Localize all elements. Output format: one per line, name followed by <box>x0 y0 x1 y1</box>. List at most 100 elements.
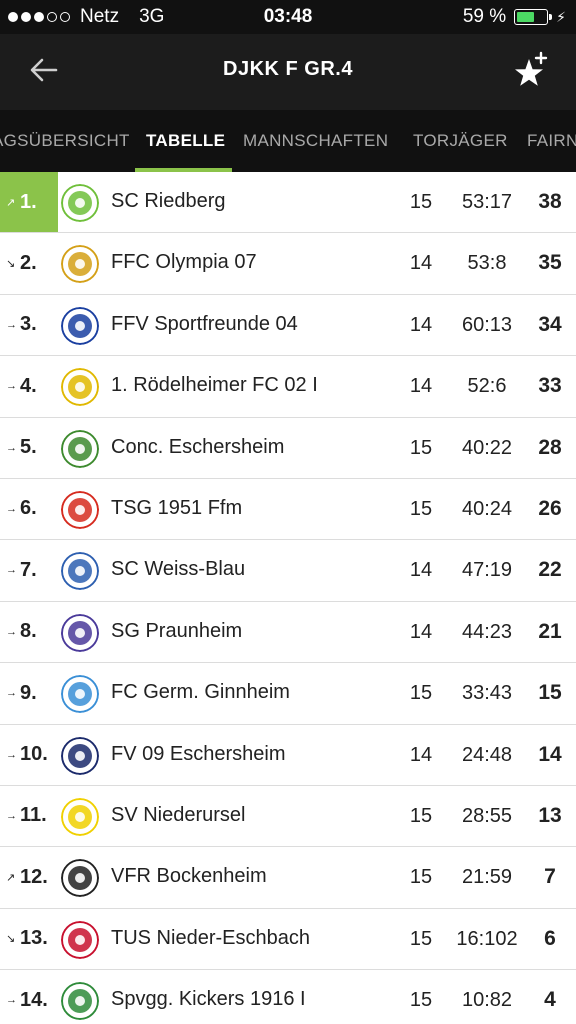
tab-fairness[interactable]: FAIRN <box>527 131 576 151</box>
tab-mannschaften[interactable]: MANNSCHAFTEN <box>243 131 388 151</box>
table-row[interactable]: ↗ 12. VFR Bockenheim 15 21:59 7 <box>0 847 576 909</box>
goal-ratio: 16:102 <box>456 927 518 950</box>
rank-cell: → 14. <box>0 970 58 1024</box>
goal-ratio: 21:59 <box>461 866 513 889</box>
points: 26 <box>538 496 562 520</box>
team-crest-icon <box>61 736 99 775</box>
tab-spieltagsuebersicht[interactable]: AGSÜBERSICHT <box>0 131 130 151</box>
table-row[interactable]: → 6. TSG 1951 Ffm 15 40:24 26 <box>0 478 576 541</box>
goal-ratio: 53:17 <box>461 191 513 213</box>
points: 34 <box>538 312 562 336</box>
rank-cell: → 7. <box>0 540 58 600</box>
rank-cell: → 10. <box>0 725 58 785</box>
table-row[interactable]: → 5. Conc. Eschersheim 15 40:22 28 <box>0 417 576 479</box>
rank-cell: → 5. <box>0 418 58 478</box>
trend-arrow-icon: ↘ <box>6 933 16 946</box>
trend-arrow-icon: → <box>6 441 17 454</box>
rank-number: 8. <box>20 620 37 643</box>
team-crest-icon <box>61 920 99 959</box>
points: 4 <box>544 988 556 1012</box>
tab-tabelle[interactable]: TABELLE <box>146 131 225 151</box>
goal-ratio: 24:48 <box>461 743 513 766</box>
games-played: 15 <box>409 804 433 827</box>
team-name: FFC Olympia 07 <box>111 251 257 274</box>
team-name: 1. Rödelheimer FC 02 I <box>111 374 318 397</box>
points: 15 <box>538 681 562 705</box>
table-row[interactable]: ↗ 1. SC Riedberg 15 53:17 38 <box>0 172 576 234</box>
trend-arrow-icon: ↘ <box>6 257 16 270</box>
points: 28 <box>538 435 562 459</box>
rank-cell: → 8. <box>0 602 58 662</box>
team-crest-icon <box>61 552 99 591</box>
points: 6 <box>544 926 556 950</box>
goal-ratio: 60:13 <box>461 313 513 336</box>
trend-arrow-icon: → <box>6 564 17 577</box>
rank-number: 12. <box>20 865 48 888</box>
table-row[interactable]: → 10. FV 09 Eschersheim 14 24:48 14 <box>0 724 576 786</box>
rank-cell: → 9. <box>0 663 58 723</box>
rank-number: 1. <box>20 190 37 213</box>
table-row[interactable]: → 8. SG Praunheim 14 44:23 21 <box>0 601 576 664</box>
status-right: 59 % ⚡ <box>463 6 566 28</box>
goal-ratio: 33:43 <box>461 682 513 705</box>
trend-arrow-icon: → <box>6 625 17 638</box>
rank-cell: → 3. <box>0 295 58 355</box>
trend-arrow-icon: → <box>6 809 17 822</box>
team-crest-icon <box>61 490 99 529</box>
team-crest-icon <box>61 859 99 898</box>
trend-arrow-icon: → <box>6 687 17 700</box>
tab-torjaeger[interactable]: TORJÄGER <box>413 131 508 151</box>
games-played: 15 <box>409 989 433 1012</box>
goal-ratio: 40:24 <box>461 497 513 520</box>
points: 7 <box>544 865 556 889</box>
rank-cell: → 4. <box>0 356 58 416</box>
rank-cell: ↗ 12. <box>0 847 58 907</box>
rank-number: 5. <box>20 436 37 459</box>
goal-ratio: 28:55 <box>461 804 513 827</box>
goal-ratio: 10:82 <box>461 989 513 1012</box>
team-crest-icon <box>61 306 99 345</box>
trend-arrow-icon: → <box>6 318 17 331</box>
rank-number: 2. <box>20 251 37 274</box>
league-table: ↗ 1. SC Riedberg 15 53:17 38 ↘ 2. FFC Ol… <box>0 172 576 1024</box>
rank-number: 4. <box>20 374 37 397</box>
rank-number: 9. <box>20 681 37 704</box>
team-name: Spvgg. Kickers 1916 I <box>111 988 306 1011</box>
points: 38 <box>538 190 562 213</box>
rank-cell: ↘ 13. <box>0 909 58 969</box>
games-played: 15 <box>409 436 433 459</box>
points: 14 <box>538 742 562 766</box>
games-played: 15 <box>409 866 433 889</box>
team-name: SC Riedberg <box>111 190 226 212</box>
trend-arrow-icon: → <box>6 994 17 1007</box>
table-row[interactable]: ↘ 13. TUS Nieder-Eschbach 15 16:102 6 <box>0 908 576 971</box>
rank-number: 11. <box>20 804 47 827</box>
status-bar: Netz 3G 03:48 59 % ⚡ <box>0 0 576 34</box>
team-name: TSG 1951 Ffm <box>111 496 243 519</box>
team-name: TUS Nieder-Eschbach <box>111 926 310 949</box>
rank-cell: → 6. <box>0 479 58 539</box>
team-name: FV 09 Eschersheim <box>111 742 286 765</box>
charging-icon: ⚡ <box>556 8 566 25</box>
table-row[interactable]: → 7. SC Weiss-Blau 14 47:19 22 <box>0 540 576 602</box>
team-name: FFV Sportfreunde 04 <box>111 312 298 335</box>
table-row[interactable]: → 3. FFV Sportfreunde 04 14 60:13 34 <box>0 294 576 357</box>
points: 33 <box>538 374 562 398</box>
rank-number: 13. <box>20 927 48 950</box>
points: 22 <box>538 558 562 582</box>
trend-arrow-icon: → <box>6 502 17 515</box>
games-played: 15 <box>409 682 433 705</box>
team-name: SG Praunheim <box>111 619 243 642</box>
rank-number: 10. <box>20 743 48 766</box>
table-row[interactable]: → 4. 1. Rödelheimer FC 02 I 14 52:6 33 <box>0 356 576 418</box>
table-row[interactable]: → 11. SV Niederursel 15 28:55 13 <box>0 785 576 848</box>
battery-percent: 59 % <box>462 6 507 27</box>
table-row[interactable]: ↘ 2. FFC Olympia 07 14 53:8 35 <box>0 233 576 295</box>
team-crest-icon <box>61 184 99 222</box>
table-row[interactable]: → 14. Spvgg. Kickers 1916 I 15 10:82 4 <box>0 970 576 1024</box>
table-row[interactable]: → 9. FC Germ. Ginnheim 15 33:43 15 <box>0 663 576 725</box>
team-name: SV Niederursel <box>111 803 246 826</box>
points: 13 <box>538 803 562 827</box>
favorite-star-add-icon[interactable] <box>512 50 550 88</box>
page-title: DJKK F GR.4 <box>223 58 353 80</box>
